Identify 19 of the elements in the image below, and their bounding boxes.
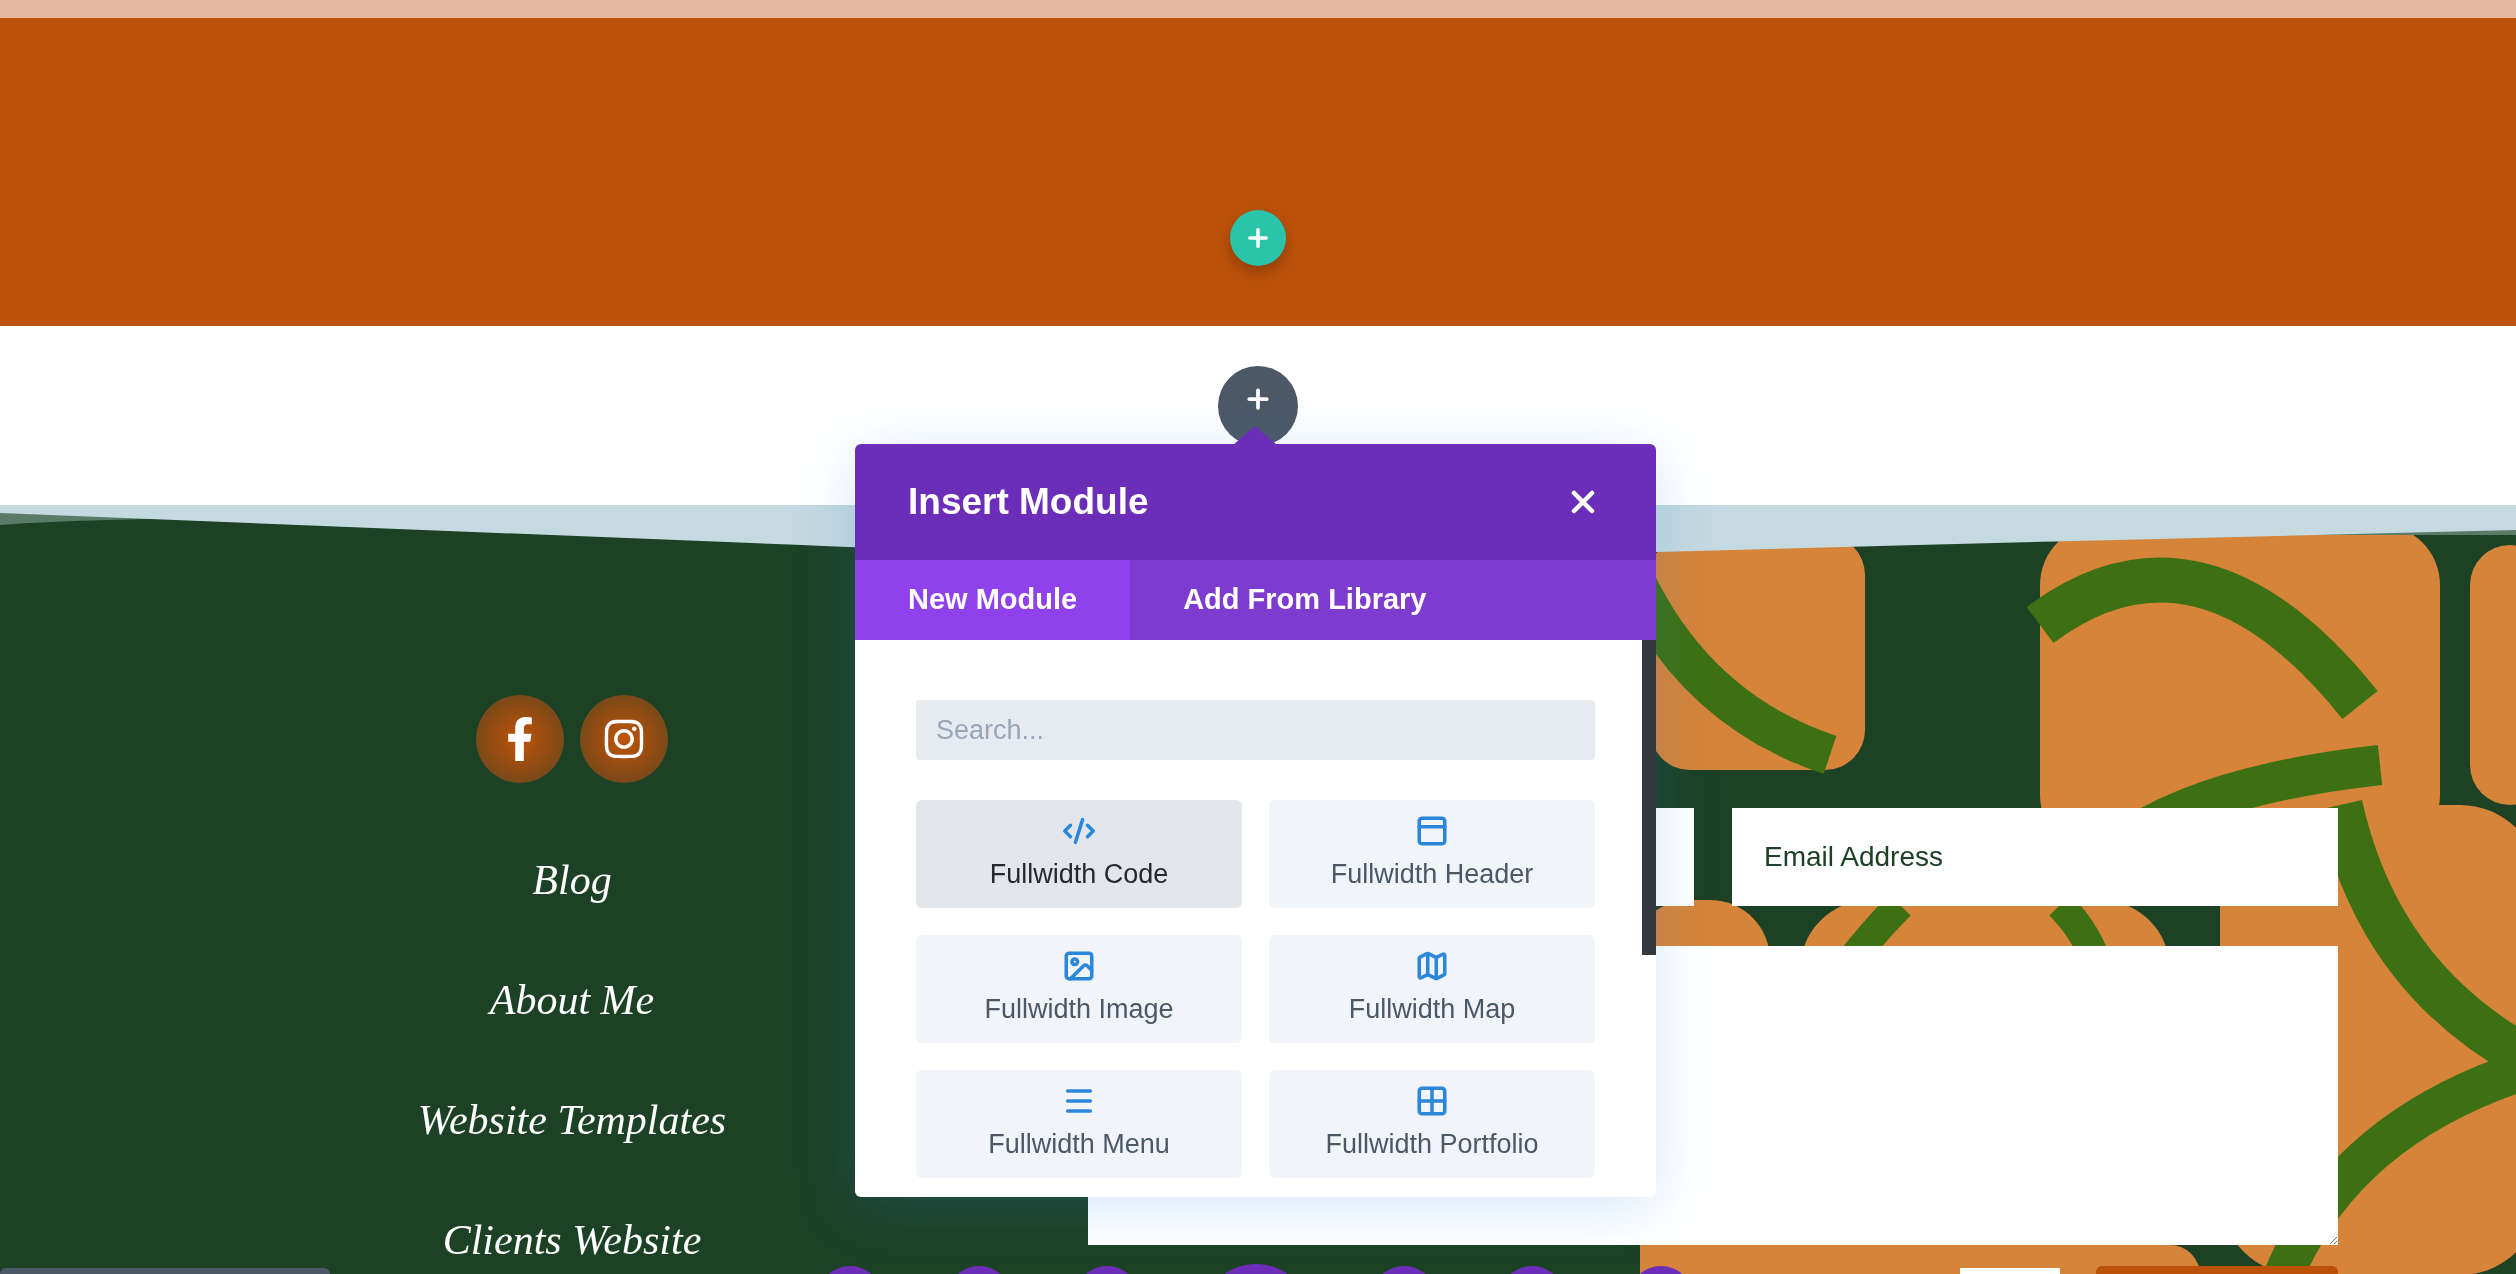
footer-link[interactable]: Clients Website [442,1213,702,1267]
email-field[interactable]: Email Address [1732,808,2338,906]
footer-link[interactable]: Blog [532,853,612,907]
module-tile[interactable]: Fullwidth Header [1269,800,1595,908]
instagram-icon [602,717,646,761]
footer-link[interactable]: About Me [489,973,655,1027]
dialog-title: Insert Module [908,480,1149,525]
header-layout-icon [1415,813,1449,848]
module-tile[interactable]: Fullwidth Code [916,800,1242,908]
tab[interactable]: New Module [855,560,1131,640]
grid-icon [1415,1083,1449,1118]
add-section-button[interactable] [1230,210,1286,266]
module-tile[interactable]: Fullwidth Portfolio [1269,1070,1595,1178]
module-tile[interactable]: Fullwidth Map [1269,935,1595,1043]
module-tile[interactable]: Fullwidth Image [916,935,1242,1043]
search-field[interactable]: Search... [916,700,1595,760]
footer-link[interactable]: Website Templates [417,1093,727,1147]
module-tile[interactable]: Fullwidth Menu [916,1070,1242,1178]
image-icon [1062,948,1096,983]
